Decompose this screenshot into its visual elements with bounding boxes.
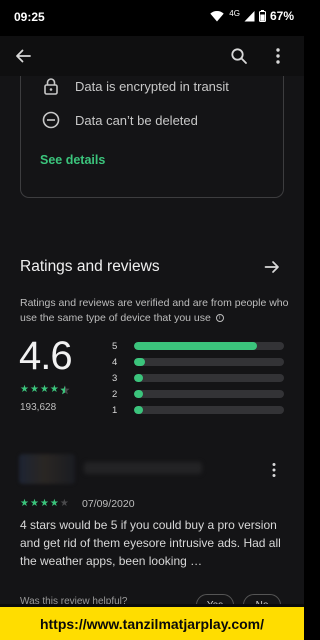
distribution-label: 3: [112, 372, 118, 384]
distribution-fill: [134, 342, 257, 350]
distribution-row-3: 3: [112, 372, 284, 384]
distribution-row-5: 5: [112, 340, 284, 352]
distribution-fill: [134, 374, 143, 382]
arrow-forward-icon: [264, 261, 279, 273]
app-bar: [0, 36, 304, 76]
ratings-open-button[interactable]: [261, 256, 283, 278]
more-options-button[interactable]: [266, 44, 290, 68]
distribution-track: [134, 342, 284, 350]
data-safety-card: Data is encrypted in transit Data can’t …: [20, 76, 284, 198]
distribution-label: 4: [112, 356, 118, 368]
star-full-icon: ★: [20, 498, 29, 509]
distribution-fill: [134, 390, 143, 398]
distribution-track: [134, 374, 284, 382]
lock-icon: [41, 76, 61, 96]
review-count: 193,628: [20, 402, 57, 413]
average-stars: ★ ★ ★ ★: [20, 385, 70, 398]
search-button[interactable]: [227, 44, 251, 68]
reviewer-avatar: [19, 454, 75, 484]
reviewer-name-blurred: [84, 462, 202, 474]
back-button[interactable]: [11, 44, 35, 68]
distribution-track: [134, 390, 284, 398]
ratings-note: Ratings and reviews are verified and are…: [20, 296, 290, 326]
watermark-banner: https://www.tanzilmatjarplay.com/: [0, 604, 304, 640]
ratings-note-text: Ratings and reviews are verified and are…: [20, 297, 289, 324]
main-content: Data is encrypted in transit Data can’t …: [0, 76, 304, 604]
star-full-icon: ★: [29, 498, 39, 509]
more-vert-icon: [276, 48, 280, 64]
status-icons: 4G 67%: [210, 9, 294, 23]
battery-icon: [258, 10, 266, 22]
star-full-icon: ★: [49, 498, 59, 509]
star-full-icon: ★: [39, 384, 49, 395]
arrow-back-icon: [16, 49, 31, 63]
distribution-row-2: 2: [112, 388, 284, 400]
star-empty-icon: ★: [59, 498, 69, 509]
info-icon[interactable]: i: [215, 314, 224, 323]
status-time: 09:25: [14, 10, 45, 24]
star-full-icon: ★: [49, 384, 59, 395]
review-body: 4 stars would be 5 if you could buy a pr…: [20, 518, 281, 568]
star-half-icon: [60, 385, 70, 398]
distribution-fill: [134, 406, 143, 414]
review-stars: ★ ★ ★ ★ ★: [20, 499, 69, 509]
signal-icon: [244, 11, 255, 22]
review-more-button[interactable]: [264, 460, 284, 480]
helpful-question: Was this review helpful?: [20, 596, 128, 604]
distribution-track: [134, 406, 284, 414]
status-bar: 09:25 4G 67%: [0, 0, 304, 34]
distribution-label: 5: [112, 340, 118, 352]
safety-item-label: Data is encrypted in transit: [75, 78, 229, 94]
safety-item-no-delete: Data can’t be deleted: [41, 110, 198, 130]
more-vert-icon: [272, 463, 276, 477]
network-type-label: 4G: [229, 8, 240, 18]
ratings-title[interactable]: Ratings and reviews: [20, 258, 160, 276]
safety-item-label: Data can’t be deleted: [75, 112, 198, 128]
delete-blocked-icon: [41, 110, 61, 130]
safety-item-encrypted: Data is encrypted in transit: [41, 76, 229, 96]
distribution-track: [134, 358, 284, 366]
wifi-icon: [210, 11, 224, 22]
average-score: 4.6: [19, 334, 73, 378]
see-details-link[interactable]: See details: [40, 153, 105, 167]
distribution-label: 1: [112, 404, 118, 416]
helpful-no-button[interactable]: No: [243, 594, 281, 604]
distribution-label: 2: [112, 388, 118, 400]
star-full-icon: ★: [39, 498, 49, 509]
helpful-yes-button[interactable]: Yes: [196, 594, 234, 604]
search-icon: [231, 48, 247, 64]
distribution-fill: [134, 358, 145, 366]
star-full-icon: ★: [20, 384, 29, 395]
review-date: 07/09/2020: [82, 498, 135, 510]
distribution-row-4: 4: [112, 356, 284, 368]
star-full-icon: ★: [29, 384, 39, 395]
distribution-row-1: 1: [112, 404, 284, 416]
battery-percent: 67%: [269, 9, 294, 23]
watermark-text: https://www.tanzilmatjarplay.com/: [39, 615, 265, 632]
